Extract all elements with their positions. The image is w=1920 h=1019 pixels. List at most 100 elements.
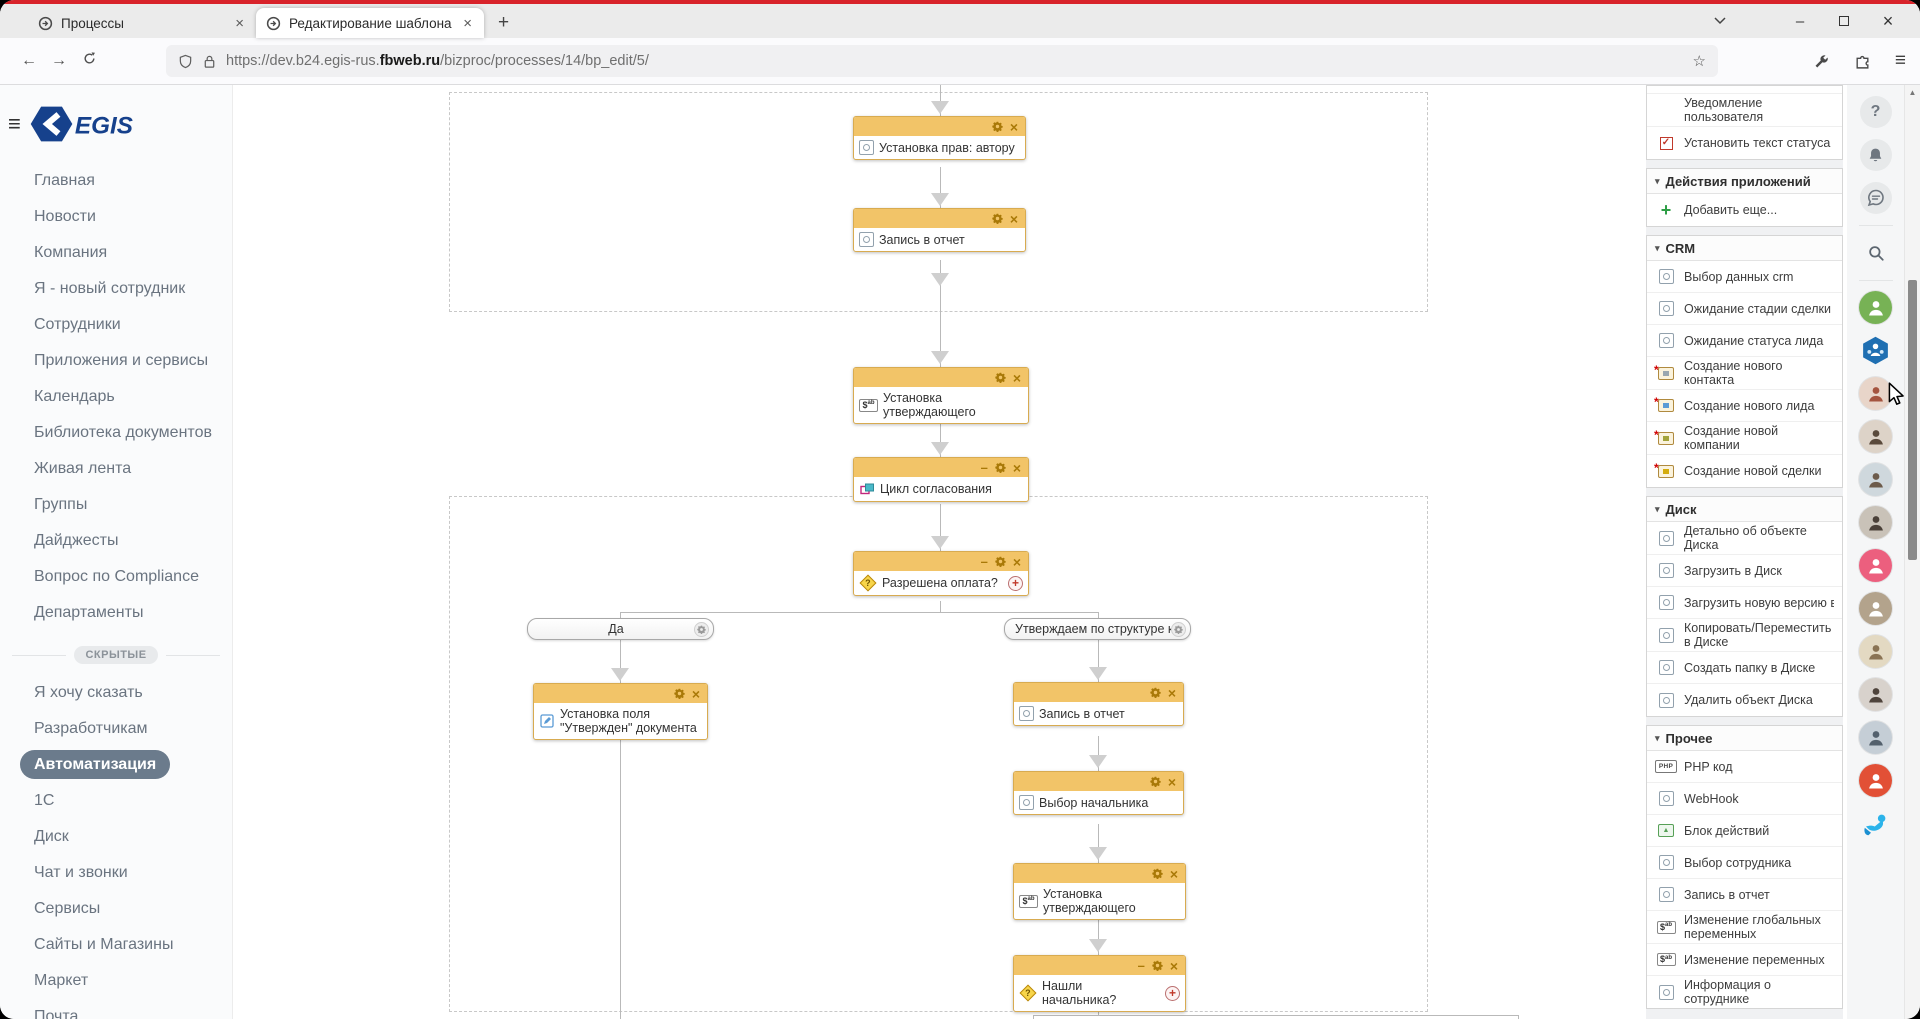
gear-icon[interactable] <box>995 462 1006 473</box>
gear-icon[interactable] <box>694 622 709 637</box>
sidebar-item[interactable]: Почта <box>0 999 232 1019</box>
action-item[interactable]: Детально об объекте Диска <box>1647 522 1842 555</box>
action-item[interactable]: Выбор сотрудника <box>1647 847 1842 879</box>
user-avatar[interactable] <box>1859 807 1892 840</box>
close-icon[interactable]: × <box>1168 775 1176 789</box>
sidebar-item[interactable]: Живая лента <box>0 451 232 487</box>
close-icon[interactable]: × <box>1170 959 1178 973</box>
collapse-icon[interactable]: – <box>981 463 988 473</box>
flow-block-report-top[interactable]: × Запись в отчет <box>853 208 1026 252</box>
sidebar-item[interactable]: Сотрудники <box>0 307 232 343</box>
user-avatar[interactable] <box>1859 463 1892 496</box>
close-icon[interactable]: × <box>1013 371 1021 385</box>
sidebar-item[interactable]: Календарь <box>0 379 232 415</box>
shield-icon[interactable] <box>178 54 193 69</box>
action-item[interactable]: Информация о сотруднике <box>1647 976 1842 1008</box>
action-item[interactable]: Выбор данных crm <box>1647 261 1842 293</box>
lock-icon[interactable] <box>202 54 217 69</box>
gear-icon[interactable] <box>1152 960 1163 971</box>
notifications-bell-icon[interactable] <box>1860 139 1892 171</box>
gear-icon[interactable] <box>1152 868 1163 879</box>
collapse-icon[interactable]: – <box>981 557 988 567</box>
close-icon[interactable]: × <box>692 687 700 701</box>
flow-block-found-boss[interactable]: – × ? Нашли начальника? + <box>1013 955 1186 1012</box>
action-item[interactable]: Запись в отчет <box>1647 879 1842 911</box>
action-item[interactable]: PHP код <box>1647 751 1842 783</box>
hamburger-menu-icon[interactable]: ≡ <box>6 113 23 135</box>
condition-branch-structure[interactable]: Утверждаем по структуре ко... <box>1004 618 1191 640</box>
section-header[interactable]: ▾ Прочее <box>1647 726 1842 751</box>
scroll-up-arrow[interactable]: ▲ <box>1905 85 1920 97</box>
flow-block-choose-boss[interactable]: × Выбор начальника <box>1013 771 1184 815</box>
hidden-divider-label[interactable]: СКРЫТЫЕ <box>74 646 157 664</box>
gear-icon[interactable] <box>992 121 1003 132</box>
action-item[interactable]: Создание нового лида <box>1647 390 1842 422</box>
flow-block-payment-allowed[interactable]: – × ? Разрешена оплата? + <box>853 551 1029 596</box>
user-avatar[interactable] <box>1859 764 1892 797</box>
user-avatar[interactable] <box>1859 506 1892 539</box>
help-button[interactable]: ? <box>1860 96 1892 128</box>
action-item[interactable]: Изменение глобальных переменных <box>1647 911 1842 944</box>
tab-template-edit[interactable]: Редактирование шаблона биз × <box>256 8 484 38</box>
action-item[interactable]: Установить текст статуса <box>1647 127 1842 159</box>
gear-icon[interactable] <box>1150 776 1161 787</box>
user-avatar[interactable] <box>1859 592 1892 625</box>
sidebar-item[interactable]: Разработчикам <box>0 711 232 747</box>
extensions-puzzle-icon[interactable] <box>1854 53 1871 70</box>
egis-logo[interactable]: EGIS <box>29 101 133 147</box>
sidebar-item[interactable]: Департаменты <box>0 595 232 631</box>
user-avatar[interactable] <box>1859 678 1892 711</box>
user-avatar[interactable] <box>1859 549 1892 582</box>
sidebar-item[interactable]: Автоматизация <box>0 747 232 783</box>
close-icon[interactable]: × <box>1010 120 1018 134</box>
tab-list-chevron-icon[interactable] <box>1698 13 1742 30</box>
sidebar-item[interactable]: Группы <box>0 487 232 523</box>
action-item[interactable]: WebHook <box>1647 783 1842 815</box>
action-item[interactable]: Создание новой сделки <box>1647 455 1842 487</box>
action-item[interactable]: Копировать/Переместить в Диске <box>1647 619 1842 652</box>
close-icon[interactable]: × <box>1170 867 1178 881</box>
sidebar-item[interactable]: Сервисы <box>0 891 232 927</box>
user-avatar[interactable] <box>1859 291 1892 324</box>
close-window-button[interactable]: × <box>1866 11 1910 32</box>
scrollbar-thumb[interactable] <box>1908 280 1917 560</box>
action-item[interactable]: Ожидание стадии сделки <box>1647 293 1842 325</box>
flow-block-set-field-approved[interactable]: × Установка поля "Утвержден" документа <box>533 683 708 740</box>
action-item[interactable]: Изменение переменных <box>1647 944 1842 976</box>
add-branch-button[interactable]: + <box>1165 986 1180 1001</box>
action-item[interactable]: Ожидание статуса лида <box>1647 325 1842 357</box>
search-icon[interactable] <box>1860 237 1892 269</box>
condition-branch-yes[interactable]: Да <box>527 618 714 640</box>
sidebar-item[interactable]: Я хочу сказать <box>0 675 232 711</box>
sidebar-item[interactable]: Библиотека документов <box>0 415 232 451</box>
user-avatar[interactable] <box>1859 420 1892 453</box>
flow-block-set-rights[interactable]: × Установка прав: автору <box>853 116 1026 160</box>
action-item[interactable]: Уведомление пользователя <box>1647 94 1842 127</box>
close-icon[interactable]: × <box>1013 461 1021 475</box>
flow-block-report-right[interactable]: × Запись в отчет <box>1013 682 1184 726</box>
tab-processes[interactable]: Процессы × <box>28 8 256 38</box>
user-avatar[interactable] <box>1859 334 1892 367</box>
section-header[interactable]: ▾ CRM <box>1647 236 1842 261</box>
sidebar-item[interactable]: Приложения и сервисы <box>0 343 232 379</box>
new-tab-button[interactable]: + <box>484 12 523 38</box>
section-header[interactable]: ▾ Диск <box>1647 497 1842 522</box>
back-button[interactable]: ← <box>14 52 44 70</box>
close-icon[interactable]: × <box>1010 212 1018 226</box>
sidebar-item[interactable]: Диск <box>0 819 232 855</box>
gear-icon[interactable] <box>995 372 1006 383</box>
sidebar-item[interactable]: Сайты и Магазины <box>0 927 232 963</box>
close-icon[interactable]: × <box>1013 555 1021 569</box>
address-bar[interactable]: https://dev.b24.egis-rus.fbweb.ru/bizpro… <box>166 45 1718 77</box>
minimize-button[interactable]: – <box>1778 13 1822 30</box>
sidebar-item[interactable]: Я - новый сотрудник <box>0 271 232 307</box>
action-item[interactable]: Удалить объект Диска <box>1647 684 1842 716</box>
page-scrollbar[interactable]: ▲ <box>1904 85 1920 1019</box>
user-avatar[interactable] <box>1859 635 1892 668</box>
browser-menu-icon[interactable]: ≡ <box>1895 50 1906 72</box>
action-item[interactable]: Добавить еще... <box>1647 194 1842 226</box>
sidebar-item[interactable]: 1С <box>0 783 232 819</box>
sidebar-item[interactable]: Вопрос по Compliance <box>0 559 232 595</box>
sidebar-item[interactable]: Маркет <box>0 963 232 999</box>
sidebar-item[interactable]: Чат и звонки <box>0 855 232 891</box>
